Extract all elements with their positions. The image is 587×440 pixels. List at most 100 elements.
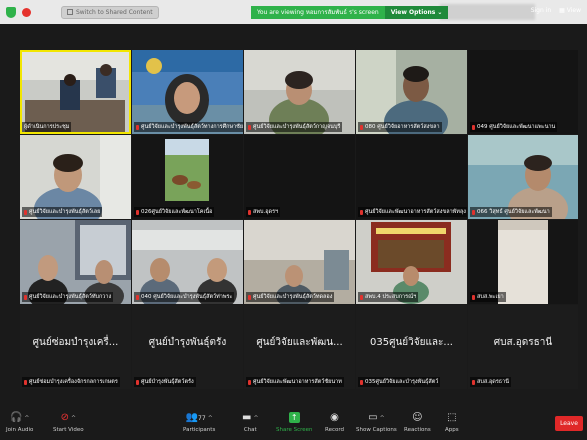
video-tile[interactable]: 066 วิสุทธ์ ศูนย์วิจัยและพัฒนา: [468, 135, 578, 219]
window-icon: [67, 9, 73, 15]
participant-name-text: ศูนย์ซ่อมบำรุงเครื่องจักรกลการเกษตร: [29, 379, 118, 385]
apps-button[interactable]: ⬚ Apps: [445, 412, 459, 433]
video-grid: ผู้ดำเนินการประชุม ศูนย์วิจัยและบำรุงพัน…: [14, 44, 578, 390]
video-tile[interactable]: 049 ศูนย์วิจัยและพัฒนาแพะนาน: [468, 50, 578, 134]
view-options-label: View Options: [390, 9, 436, 16]
muted-mic-icon: [472, 294, 475, 300]
participant-display-name: ศูนย์บำรุงพันธุ์ตรัง: [148, 337, 227, 348]
chevron-up-icon: ^: [24, 415, 30, 422]
chat-button[interactable]: ▬ ^ Chat: [242, 412, 258, 433]
video-tile[interactable]: ศูนย์วิจัยและบำรุงพันธุ์สัตว์ทางการศึกษา…: [132, 50, 243, 134]
participant-name-text: ศูนย์วิจัยและบำรุงพันธุ์สัตว์เลย: [29, 209, 101, 215]
participant-name-text: ศูนย์วิจัยและพัฒนาอาหารสัตว์สงขลาพัทลุง: [365, 209, 466, 215]
captions-icon: ▭ ^: [368, 412, 385, 423]
record-button[interactable]: ◉ Record: [325, 412, 344, 433]
participants-icon: 👥77 ^: [185, 412, 213, 423]
video-tile[interactable]: ศูนย์วิจัยและบำรุงพันธุ์สัตว์ทับกวาง: [20, 220, 131, 304]
share-screen-label: Share Screen: [276, 427, 313, 433]
participant-name: 026ศูนย์วิจัยและพัฒนาโคเนื้อ: [134, 207, 215, 217]
participant-name-text: 080 ศูนย์วิจัยอาหารสัตว์สงขลา: [365, 124, 440, 130]
video-tile[interactable]: 080 ศูนย์วิจัยอาหารสัตว์สงขลา: [356, 50, 467, 134]
chevron-up-icon: ^: [253, 415, 259, 422]
participant-name-text: ศูนย์บำรุงพันธุ์สัตว์ตรัง: [141, 379, 194, 385]
muted-mic-icon: [136, 209, 139, 215]
switch-shared-content-button[interactable]: Switch to Shared Content: [61, 5, 159, 19]
share-screen-button[interactable]: ↑ Share Screen: [276, 412, 313, 433]
apps-icon: ⬚: [447, 412, 457, 423]
participant-name: สพบ.4 ประสบการณ์ฯ: [358, 292, 419, 302]
participant-name: ศูนย์ซ่อมบำรุงเครื่องจักรกลการเกษตร: [22, 377, 120, 387]
blurred-region: [440, 4, 535, 20]
muted-mic-icon: [136, 379, 139, 385]
video-tile[interactable]: 035ศูนย์วิจัยและ... 035ศูนย์วิจัยและบำรุ…: [356, 305, 467, 389]
participant-name: 040 ศูนย์วิจัยและบำรุงพันธุ์สัตว์ท่าพระ: [134, 292, 235, 302]
apps-label: Apps: [445, 427, 459, 433]
participant-name: 066 วิสุทธ์ ศูนย์วิจัยและพัฒนา: [470, 207, 552, 217]
participant-name: 035ศูนย์วิจัยและบำรุงพันธุ์สัตว์: [358, 377, 441, 387]
video-tile[interactable]: ศูนย์ซ่อมบำรุงเครื่... ศูนย์ซ่อมบำรุงเคร…: [20, 305, 131, 389]
participant-name: ผู้ดำเนินการประชุม: [22, 122, 72, 132]
leave-button[interactable]: Leave: [555, 416, 583, 431]
muted-mic-icon: [360, 124, 363, 130]
reactions-button[interactable]: ☺ Reactions: [404, 412, 431, 433]
show-captions-button[interactable]: ▭ ^ Show Captions: [356, 412, 397, 433]
muted-mic-icon: [472, 379, 475, 385]
video-tile[interactable]: ผู้ดำเนินการประชุม: [20, 50, 131, 134]
participants-label: Participants: [183, 427, 216, 433]
viewing-banner-text: You are viewing หอมการสัมพันธ์ ร's scree…: [251, 6, 385, 19]
participant-name-text: ศูนย์วิจัยและบำรุงพันธุ์สัตว์ทับกวาง: [29, 294, 112, 300]
participants-button[interactable]: 👥77 ^ Participants: [183, 412, 215, 433]
video-tile[interactable]: ศูนย์วิจัยและบำรุงพันธุ์สัตว์กาญจนบุรี: [244, 50, 355, 134]
muted-mic-icon: [472, 209, 475, 215]
reactions-icon: ☺: [412, 412, 423, 423]
chat-icon: ▬ ^: [242, 412, 259, 423]
video-tile[interactable]: สบส.พะเยา: [468, 220, 578, 304]
reactions-label: Reactions: [404, 427, 431, 433]
chevron-up-icon: ^: [207, 415, 213, 422]
video-tile[interactable]: ศูนย์วิจัยและพัฒนาอาหารสัตว์สงขลาพัทลุง: [356, 135, 467, 219]
participant-name-text: ศูนย์วิจัยและพัฒนาอาหารสัตว์ชัยนาท: [253, 379, 342, 385]
participant-name-text: 066 วิสุทธ์ ศูนย์วิจัยและพัฒนา: [477, 209, 550, 215]
video-tile[interactable]: สพบ.4 ประสบการณ์ฯ: [356, 220, 467, 304]
video-tile[interactable]: ศูนย์วิจัยและบำรุงพันธุ์สัตว์ทดลอง: [244, 220, 355, 304]
video-tile[interactable]: ศูนย์บำรุงพันธุ์ตรัง ศูนย์บำรุงพันธุ์สัต…: [132, 305, 243, 389]
view-options-button[interactable]: View Options ⌄: [384, 6, 449, 19]
muted-mic-icon: [248, 209, 251, 215]
meeting-toolbar: 🎧 ^ Join Audio ⊘ ^ Start Video 👥77 ^ Partic…: [0, 409, 587, 440]
view-button[interactable]: ▦ View: [559, 7, 581, 14]
video-tile[interactable]: ศูนย์วิจัยและบำรุงพันธุ์สัตว์เลย: [20, 135, 131, 219]
video-tile[interactable]: 040 ศูนย์วิจัยและบำรุงพันธุ์สัตว์ท่าพระ: [132, 220, 243, 304]
participant-name: 080 ศูนย์วิจัยอาหารสัตว์สงขลา: [358, 122, 442, 132]
participant-name: ศูนย์วิจัยและบำรุงพันธุ์สัตว์กาญจนบุรี: [246, 122, 343, 132]
start-video-label: Start Video: [53, 427, 84, 433]
video-tile[interactable]: ศบส.อุดรธานี สบส.อุดรธานี: [468, 305, 578, 389]
participant-display-name: ศบส.อุดรธานี: [493, 337, 553, 348]
top-bar-left: Switch to Shared Content: [0, 5, 159, 19]
chevron-up-icon: ^: [379, 415, 385, 422]
video-tile[interactable]: 026ศูนย์วิจัยและพัฒนาโคเนื้อ: [132, 135, 243, 219]
video-tile[interactable]: สพบ.อุดรฯ: [244, 135, 355, 219]
switch-shared-content-label: Switch to Shared Content: [76, 8, 153, 16]
participant-name-text: 026ศูนย์วิจัยและพัฒนาโคเนื้อ: [141, 209, 213, 215]
sign-in-button[interactable]: Sign in: [531, 7, 551, 14]
chat-label: Chat: [243, 427, 257, 433]
shield-icon[interactable]: [6, 6, 16, 18]
muted-mic-icon: [24, 294, 27, 300]
muted-mic-icon: [472, 124, 475, 130]
participant-name: ศูนย์บำรุงพันธุ์สัตว์ตรัง: [134, 377, 196, 387]
muted-mic-icon: [136, 124, 139, 130]
participant-name-text: สบส.พะเยา: [477, 294, 504, 300]
muted-mic-icon: [360, 379, 363, 385]
join-audio-button[interactable]: 🎧 ^ Join Audio: [6, 412, 33, 433]
top-bar: Switch to Shared Content You are viewing…: [0, 0, 587, 24]
participant-display-name: ศูนย์ซ่อมบำรุงเครื่...: [32, 337, 119, 348]
participant-name-text: สพบ.4 ประสบการณ์ฯ: [365, 294, 417, 300]
start-video-button[interactable]: ⊘ ^ Start Video: [53, 412, 84, 433]
participant-display-name: 035ศูนย์วิจัยและ...: [370, 337, 453, 348]
participant-name: 049 ศูนย์วิจัยและพัฒนาแพะนาน: [470, 122, 558, 132]
participant-name: ศูนย์วิจัยและพัฒนาอาหารสัตว์สงขลาพัทลุง: [358, 207, 467, 217]
top-bar-right: Sign in ▦ View: [531, 7, 581, 14]
video-tile[interactable]: ศูนย์วิจัยและพัฒน... ศูนย์วิจัยและพัฒนาอ…: [244, 305, 355, 389]
join-audio-label: Join Audio: [6, 427, 34, 433]
participant-name-text: ศูนย์วิจัยและบำรุงพันธุ์สัตว์กาญจนบุรี: [253, 124, 341, 130]
